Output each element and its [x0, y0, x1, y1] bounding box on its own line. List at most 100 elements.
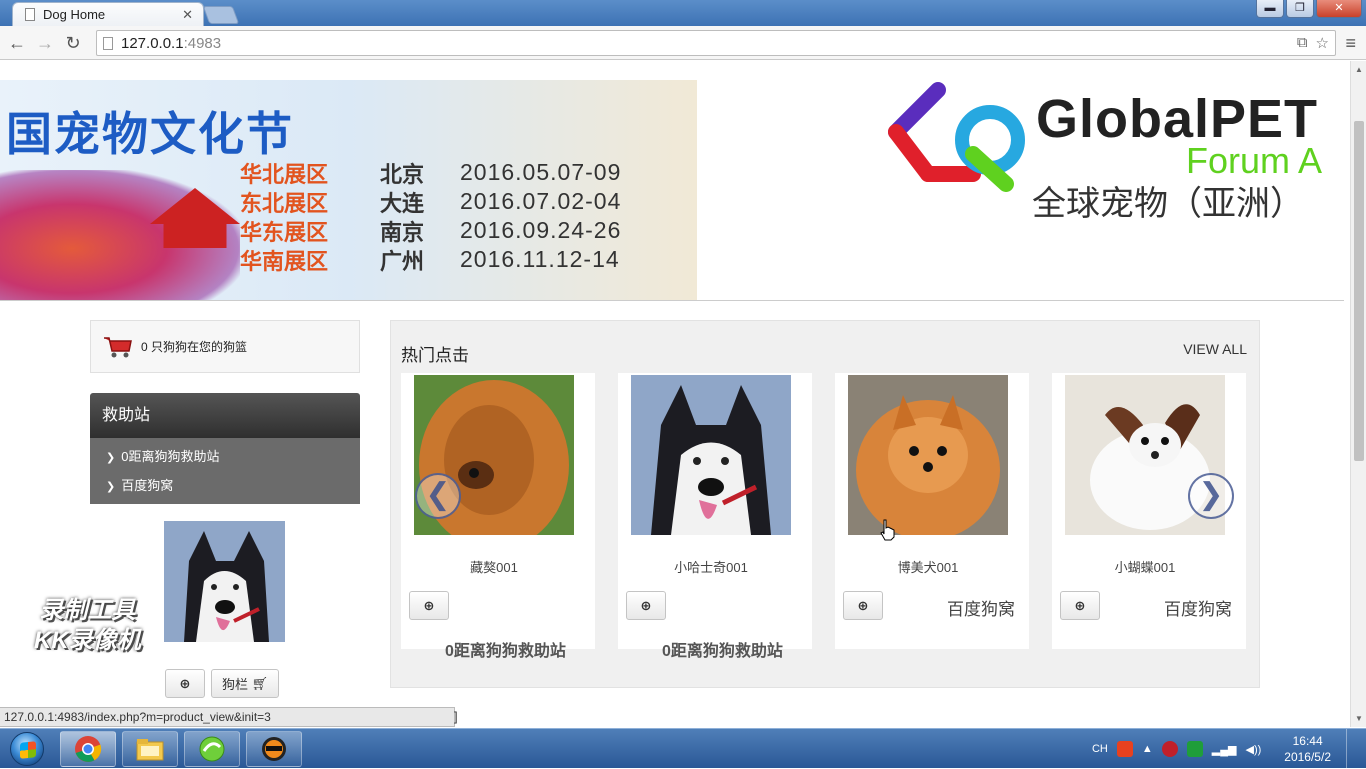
page-icon	[25, 8, 35, 21]
schedule-row: 华北展区 北京 2016.05.07-09	[240, 159, 622, 187]
rescue-item-0-distance[interactable]: ❯ 0距离狗狗救助站	[90, 442, 360, 471]
carousel-next-button[interactable]: ❯	[1188, 473, 1234, 519]
dog-name[interactable]: 藏獒001	[401, 557, 587, 576]
window-controls: ▬ ❐ ✕	[1256, 0, 1362, 18]
browser-toolbar: ← → ↻ 127.0.0.1:4983 ⧉ ☆ ≡	[0, 26, 1366, 60]
zoom-icon: ⊕	[640, 597, 652, 613]
page-viewport: 国宠物文化节 华北展区 北京 2016.05.07-09 东北展区 大连 201…	[0, 61, 1350, 727]
divider	[0, 300, 1344, 301]
dog-photo-husky[interactable]	[631, 375, 791, 535]
exhibition-schedule: 华北展区 北京 2016.05.07-09 东北展区 大连 2016.07.02…	[240, 158, 621, 274]
dog-card[interactable]: 博美犬001 ⊕ 百度狗窝	[835, 373, 1029, 649]
globalpet-banner[interactable]: GlobalPET Forum A 全球宠物（亚洲）	[876, 80, 1350, 301]
url-text[interactable]: 127.0.0.1:4983	[121, 35, 221, 52]
close-window-button[interactable]: ✕	[1316, 0, 1362, 18]
zoom-button[interactable]: ⊕	[409, 591, 449, 620]
rescue-list: ❯ 0距离狗狗救助站 ❯ 百度狗窝	[90, 438, 360, 504]
schedule-row: 东北展区 大连 2016.07.02-04	[240, 188, 622, 216]
dog-station[interactable]: 0距离狗狗救助站	[445, 637, 566, 661]
schedule-row: 华南展区 广州 2016.11.12-14	[240, 246, 620, 274]
cart-small-icon: 🛒︎	[251, 675, 269, 691]
windows-orb-icon	[10, 732, 44, 766]
green-app-icon	[199, 736, 225, 762]
dog-station[interactable]: 0距离狗狗救助站	[662, 637, 783, 661]
recorder-watermark: 录制工具 KK录像机	[34, 597, 141, 654]
tab-dog-home[interactable]: Dog Home ✕	[12, 2, 204, 26]
festival-banner[interactable]: 国宠物文化节 华北展区 北京 2016.05.07-09 东北展区 大连 201…	[0, 80, 697, 301]
back-icon[interactable]: ←	[6, 32, 28, 54]
forward-icon[interactable]: →	[34, 32, 56, 54]
page-bottom-fragment: ]	[454, 709, 458, 724]
chevron-right-icon: ❯	[106, 481, 116, 493]
zoom-icon: ⊕	[179, 675, 191, 691]
chrome-icon	[75, 736, 102, 762]
ime-indicator[interactable]: CH	[1092, 743, 1108, 755]
page-scrollbar[interactable]: ▲ ▼	[1350, 61, 1366, 727]
zoom-button[interactable]: ⊕	[165, 669, 205, 698]
start-button[interactable]	[2, 731, 54, 767]
brand-chinese: 全球宠物（亚洲）	[1032, 185, 1304, 223]
volume-icon[interactable]: ◀))	[1245, 743, 1261, 756]
show-desktop-button[interactable]	[1346, 729, 1358, 769]
featured-dog-image[interactable]	[164, 521, 285, 642]
restore-button[interactable]: ❐	[1286, 0, 1314, 18]
chevron-right-icon: ❯	[106, 452, 116, 464]
cart-icon	[104, 336, 132, 357]
hot-picks-carousel: 藏獒001 ⊕ 0距离狗狗救助站 小哈士奇001 ⊕ 0距离狗狗救助站 博美犬0…	[401, 373, 1246, 660]
zoom-icon: ⊕	[423, 597, 435, 613]
link-status-bubble: 127.0.0.1:4983/index.php?m=product_view&…	[0, 707, 455, 727]
dog-kennel[interactable]: 百度狗窝	[1164, 595, 1232, 620]
zoom-icon: ⊕	[1074, 597, 1086, 613]
translate-icon[interactable]: ⧉	[1297, 34, 1308, 52]
scroll-thumb[interactable]	[1354, 121, 1364, 461]
globalpet-logo-icon	[888, 82, 1025, 192]
security-icon[interactable]	[1161, 741, 1178, 757]
explorer-icon	[136, 739, 164, 761]
system-clock[interactable]: 16:44 2016/5/2	[1284, 733, 1331, 765]
star-icon[interactable]: ☆	[1316, 34, 1329, 52]
network-icon[interactable]: ▂▄▆	[1212, 743, 1237, 756]
page-icon	[103, 36, 113, 50]
zoom-button[interactable]: ⊕	[843, 591, 883, 620]
zoom-button[interactable]: ⊕	[1060, 591, 1100, 620]
hot-picks-panel: 热门点击 VIEW ALL 藏獒001 ⊕ 0距离狗狗救助站 小哈士奇001 ⊕…	[390, 320, 1260, 688]
scroll-up-icon[interactable]: ▲	[1355, 65, 1363, 74]
hot-picks-title: 热门点击	[401, 346, 469, 365]
taskbar-green-app[interactable]	[184, 731, 240, 767]
sogou-icon[interactable]	[1116, 741, 1133, 757]
browser-titlebar: Dog Home ✕ ▬ ❐ ✕	[0, 0, 1366, 26]
dog-basket-summary[interactable]: 0 只狗狗在您的狗篮	[90, 320, 360, 373]
taskbar-explorer[interactable]	[122, 731, 178, 767]
dog-name[interactable]: 小蝴蝶001	[1052, 557, 1238, 576]
dog-name[interactable]: 小哈士奇001	[618, 557, 804, 576]
tray-expand-icon[interactable]: ▲	[1142, 743, 1153, 755]
scroll-down-icon[interactable]: ▼	[1355, 714, 1363, 723]
hand-cursor-icon	[880, 519, 895, 541]
schedule-row: 华东展区 南京 2016.09.24-26	[240, 217, 622, 245]
tab-close-icon[interactable]: ✕	[182, 7, 193, 23]
view-all-link[interactable]: VIEW ALL	[1183, 341, 1247, 357]
kennel-button[interactable]: 狗栏 🛒︎	[211, 669, 280, 698]
carousel-prev-button[interactable]: ❮	[415, 473, 461, 519]
zoom-icon: ⊕	[857, 597, 869, 613]
taskbar-kk-recorder[interactable]	[246, 731, 302, 767]
banner-headline: 国宠物文化节	[6, 107, 294, 161]
featured-dog-actions: ⊕ 狗栏 🛒︎	[165, 669, 280, 698]
dog-name[interactable]: 博美犬001	[835, 557, 1021, 576]
cart-text: 0 只狗狗在您的狗篮	[141, 340, 248, 354]
rescue-item-baidu-kennel[interactable]: ❯ 百度狗窝	[90, 471, 360, 500]
minimize-button[interactable]: ▬	[1256, 0, 1284, 18]
reload-icon[interactable]: ↻	[62, 32, 84, 54]
menu-icon[interactable]: ≡	[1345, 33, 1356, 54]
dog-photo-pomeranian[interactable]	[848, 375, 1008, 535]
zoom-button[interactable]: ⊕	[626, 591, 666, 620]
taskbar-chrome[interactable]	[60, 731, 116, 767]
new-tab-button[interactable]	[202, 6, 240, 24]
windows-taskbar: CH ▲ ▂▄▆ ◀)) 16:44 2016/5/2	[0, 728, 1366, 769]
dog-kennel[interactable]: 百度狗窝	[947, 595, 1015, 620]
tab-title: Dog Home	[43, 7, 106, 22]
dog-card[interactable]: 小哈士奇001 ⊕ 0距离狗狗救助站	[618, 373, 812, 660]
address-bar[interactable]: 127.0.0.1:4983 ⧉ ☆	[96, 30, 1336, 56]
rescue-heading: 救助站	[90, 393, 360, 438]
app-tray-icon[interactable]	[1186, 741, 1203, 757]
